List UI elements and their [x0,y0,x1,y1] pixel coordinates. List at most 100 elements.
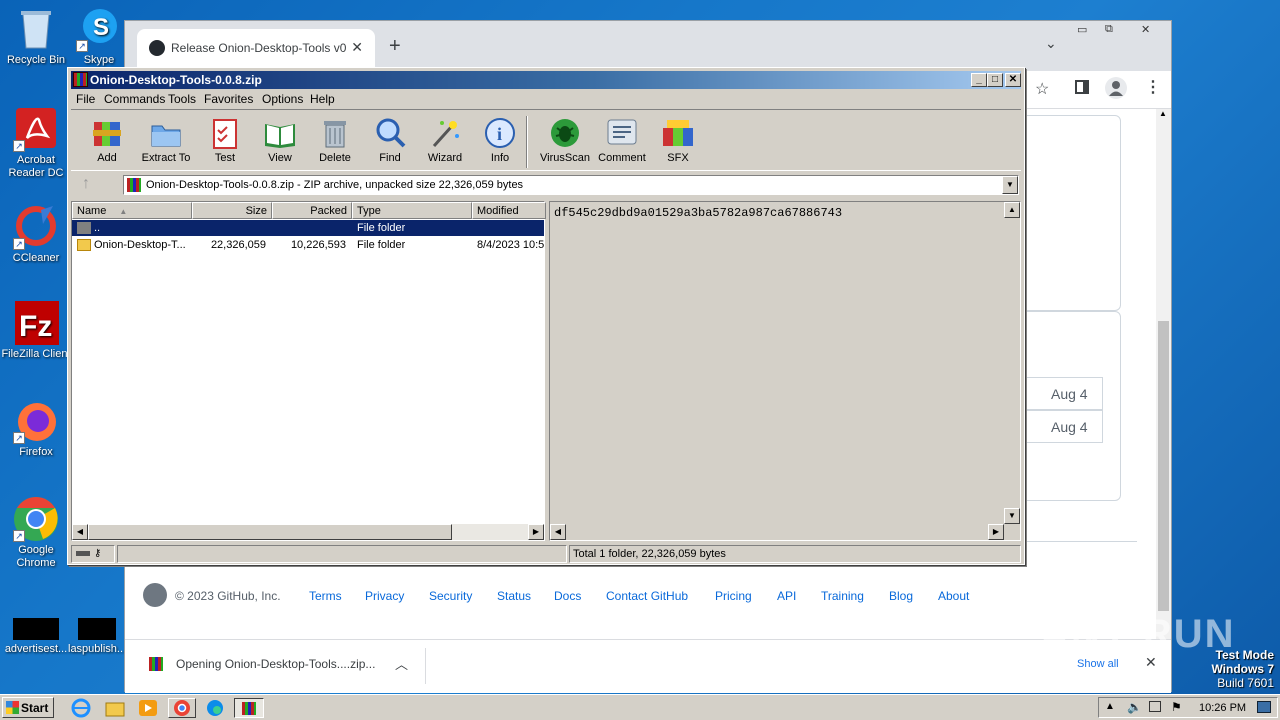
dropdown-arrow-icon[interactable]: ▼ [1002,176,1018,194]
minimize-button[interactable]: _ [971,73,987,87]
desktop-icon-laspublish[interactable]: laspublish... [68,618,126,656]
desktop-icon-advertisest[interactable]: advertisest... [0,618,72,656]
tool-extract-button[interactable]: Extract To [134,116,198,164]
scroll-right-icon[interactable]: ▶ [528,524,544,540]
tool-comment-button[interactable]: Comment [590,116,654,164]
profile-avatar-icon[interactable] [1105,77,1127,99]
chevron-up-icon[interactable]: ︿ [395,654,408,673]
scroll-right-icon[interactable]: ▶ [988,524,1004,540]
menu-commands[interactable]: Commands [104,92,165,106]
github-logo-icon[interactable] [143,583,167,607]
footer-link-training[interactable]: Training [821,589,864,603]
menu-options[interactable]: Options [262,92,303,106]
footer-link-contact[interactable]: Contact GitHub [606,589,688,603]
table-row[interactable]: .. File folder [72,220,544,236]
close-window-button[interactable]: ✕ [1141,23,1150,41]
tool-sfx-button[interactable]: SFX [646,116,710,164]
desktop-icon-skype[interactable]: S ↗ Skype [74,6,124,67]
side-panel-icon[interactable] [1075,80,1089,94]
desktop-icon-filezilla[interactable]: Fz FileZilla Client [0,300,72,361]
footer-link-docs[interactable]: Docs [554,589,581,603]
scroll-left-icon[interactable]: ◀ [72,524,88,540]
status-drive-icons[interactable]: ⚷ [71,545,115,563]
show-desktop-icon[interactable] [1257,701,1271,713]
menu-tools[interactable]: Tools [168,92,196,106]
maximize-button[interactable]: ⧉ [1105,23,1113,41]
bug-scan-icon [548,116,582,150]
show-all-button[interactable]: Show all [1077,658,1119,670]
test-mode-line: Test Mode [1215,648,1274,662]
footer-link-api[interactable]: API [777,589,796,603]
scroll-up-icon[interactable]: ▲ [1159,109,1167,118]
volume-icon[interactable]: 🔈 [1127,700,1142,714]
horizontal-scrollbar[interactable]: ◀ ▶ [72,524,544,540]
maximize-button[interactable]: □ [987,73,1003,87]
minimize-button[interactable]: ▭ [1077,23,1087,41]
column-header-name[interactable]: Name ▲ [72,202,192,219]
chrome-icon: ↗ [13,496,59,542]
column-header-size[interactable]: Size [192,202,272,219]
clock-time[interactable]: 10:26 PM [1199,702,1246,714]
cell-size: 22,326,059 [210,239,266,251]
zip-archive-icon [127,178,141,192]
tab-search-icon[interactable]: ⌄ [1045,35,1057,52]
path-combobox[interactable]: Onion-Desktop-Tools-0.0.8.zip - ZIP arch… [123,175,1019,195]
page-scrollbar[interactable]: ▲ [1156,109,1171,639]
close-tab-icon[interactable]: ✕ [351,39,363,56]
edge-taskbar-icon[interactable] [204,698,226,718]
bookmark-star-icon[interactable]: ☆ [1035,79,1049,99]
network-icon[interactable] [1149,701,1161,712]
asset-row[interactable]: Aug 4 [1025,410,1103,443]
tool-label: VirusScan [540,152,590,164]
desktop-icon-ccleaner[interactable]: ↗ CCleaner [0,204,72,265]
tool-virusscan-button[interactable]: VirusScan [533,116,597,164]
new-tab-icon[interactable]: + [389,35,401,58]
tab-release[interactable]: Release Onion-Desktop-Tools v0.0.8 ✕ [137,29,375,71]
scrollbar-thumb[interactable] [1158,321,1169,611]
menu-favorites[interactable]: Favorites [204,92,253,106]
footer-link-security[interactable]: Security [429,589,472,603]
desktop-icon-acrobat[interactable]: ↗ Acrobat Reader DC [0,106,72,180]
footer-link-about[interactable]: About [938,589,969,603]
tool-add-button[interactable]: Add [75,116,139,164]
cell-type: File folder [357,239,406,251]
tray-expand-icon[interactable]: ▲ [1105,701,1115,712]
footer-link-terms[interactable]: Terms [309,589,342,603]
download-item-text[interactable]: Opening Onion-Desktop-Tools....zip... [176,657,375,671]
footer-link-pricing[interactable]: Pricing [715,589,752,603]
scrollbar-thumb[interactable] [88,524,452,540]
desktop-icon-chrome[interactable]: ↗ Google Chrome [0,496,72,570]
action-center-flag-icon[interactable]: ⚑ [1171,700,1182,714]
column-header-modified[interactable]: Modified [472,202,546,219]
scroll-left-icon[interactable]: ◀ [550,524,566,540]
close-button[interactable]: ✕ [1005,73,1021,87]
desktop-icon-recycle-bin[interactable]: Recycle Bin [0,6,72,67]
menu-help[interactable]: Help [310,92,335,106]
column-header-type[interactable]: Type [352,202,472,219]
zip-file-icon [149,657,163,671]
media-player-taskbar-icon[interactable] [137,698,159,718]
desktop-icon-label: laspublish... [68,643,126,655]
explorer-taskbar-icon[interactable] [104,698,126,718]
start-button[interactable]: Start [2,697,54,718]
ie-taskbar-icon[interactable] [70,698,92,718]
column-header-packed[interactable]: Packed [272,202,352,219]
asset-date: Aug 4 [1051,386,1088,402]
desktop-icon-firefox[interactable]: ↗ Firefox [0,398,72,459]
winrar-titlebar[interactable]: Onion-Desktop-Tools-0.0.8.zip _ □ ✕ [71,71,1021,89]
scroll-down-icon[interactable]: ▼ [1004,508,1020,524]
winrar-taskbar-icon[interactable] [234,698,264,718]
footer-link-status[interactable]: Status [497,589,531,603]
asset-row[interactable]: Aug 4 [1025,377,1103,410]
menu-file[interactable]: File [76,92,95,106]
footer-link-blog[interactable]: Blog [889,589,913,603]
table-row[interactable]: Onion-Desktop-T... 22,326,059 10,226,593… [72,237,544,253]
up-folder-icon[interactable]: ↑ [82,175,90,193]
scroll-up-icon[interactable]: ▲ [1004,202,1020,218]
svg-text:S: S [93,14,109,41]
tool-label: Add [97,152,117,164]
footer-link-privacy[interactable]: Privacy [365,589,404,603]
chrome-taskbar-icon[interactable] [168,698,196,718]
menu-kebab-icon[interactable]: ⋮ [1145,77,1161,97]
tool-info-button[interactable]: i Info [468,116,532,164]
